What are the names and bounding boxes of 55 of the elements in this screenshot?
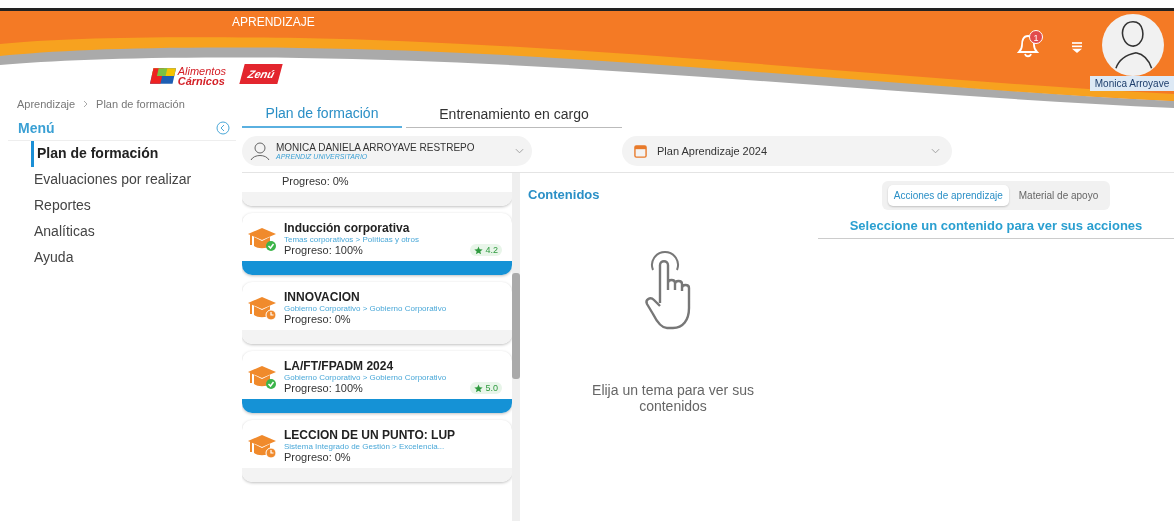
progress-label: Progreso: 0%	[282, 175, 349, 187]
plan-select[interactable]: Plan Aprendizaje 2024	[622, 136, 952, 166]
course-path: Gobierno Corporativo > Gobierno Corporativo	[284, 373, 448, 382]
collapse-icon[interactable]	[216, 121, 230, 135]
course-path: Temas corporativos > Políticas y otros	[284, 235, 420, 244]
progress-label: Progreso: 100%	[284, 244, 363, 256]
graduation-cap-icon	[248, 363, 278, 390]
graduation-cap-icon	[248, 432, 278, 459]
menu-item[interactable]: Ayuda	[34, 245, 230, 271]
contents-title: Contenidos	[528, 187, 601, 202]
tab[interactable]: Plan de formación	[242, 102, 402, 128]
course-path: Gobierno Corporativo > Gobierno Corporativo	[284, 304, 448, 313]
segment-tab[interactable]: Material de apoyo	[1012, 185, 1105, 206]
segment-tab[interactable]: Acciones de aprendizaje	[887, 185, 1009, 206]
breadcrumb-current: Plan de formación	[96, 98, 185, 110]
course-title: LECCION DE UN PUNTO: LUP	[284, 428, 457, 442]
calendar-icon	[634, 144, 647, 158]
course-title: INNOVACION	[284, 290, 361, 304]
menu-item[interactable]: Evaluaciones por realizar	[34, 167, 230, 193]
app-title: APRENDIZAJE	[232, 15, 315, 29]
progress-label: Progreso: 0%	[284, 313, 351, 325]
menu-item[interactable]: Plan de formación	[31, 141, 230, 167]
course-card[interactable]: LA/FT/FPADM 2024 Gobierno Corporativo > Gobierno Corporativo Progreso: 100% 5.0	[242, 351, 512, 413]
rating-badge: 5.0	[470, 382, 502, 394]
avatar-icon[interactable]	[1102, 14, 1164, 76]
progress-label: Progreso: 100%	[284, 382, 363, 394]
actions-message: Seleccione un contenido para ver sus acciones	[849, 218, 1143, 233]
user-icon	[250, 141, 270, 161]
course-card[interactable]: INNOVACION Gobierno Corporativo > Gobierno Corporativo Progreso: 0%	[242, 282, 512, 344]
company-logo: Alimentos Cárnicos	[149, 64, 226, 88]
course-path: Sistema Integrado de Gestión > Excelencia...	[284, 442, 446, 451]
notification-bell[interactable]: 1	[1016, 28, 1042, 60]
menu-item[interactable]: Reportes	[34, 193, 230, 219]
brand-logo: Zenú	[239, 64, 283, 84]
graduation-cap-icon	[248, 225, 278, 252]
course-title: Inducción corporativa	[284, 221, 411, 235]
bell-icon	[1016, 32, 1040, 60]
menu-title: Menú	[18, 120, 55, 136]
rating-badge: 4.2	[470, 244, 502, 256]
chevron-down-icon	[515, 148, 524, 154]
scrollbar-thumb[interactable]	[512, 273, 520, 379]
course-card[interactable]: Inducción corporativa Temas corporativos > Políticas y otros Progreso: 100% 4.2	[242, 213, 512, 275]
menu-item[interactable]: Analíticas	[34, 219, 230, 245]
tab[interactable]: Entrenamiento en cargo	[406, 102, 622, 128]
course-title: LA/FT/FPADM 2024	[284, 359, 395, 373]
graduation-cap-icon	[248, 294, 278, 321]
course-card[interactable]: Progreso: 0%	[242, 173, 512, 206]
course-card[interactable]: LECCION DE UN PUNTO: LUP Sistema Integrado de Gestión > Excelencia... Progreso: 0%	[242, 420, 512, 482]
dropdown-menu-icon[interactable]	[1072, 42, 1082, 54]
breadcrumb-link[interactable]: Aprendizaje	[17, 98, 76, 110]
user-name-label: Monica Arroyave	[1090, 76, 1174, 91]
empty-state-message: Elija un tema para ver sus contenidos	[591, 382, 755, 414]
progress-label: Progreso: 0%	[284, 451, 351, 463]
chevron-down-icon	[931, 148, 940, 154]
chevron-right-icon	[83, 100, 89, 108]
